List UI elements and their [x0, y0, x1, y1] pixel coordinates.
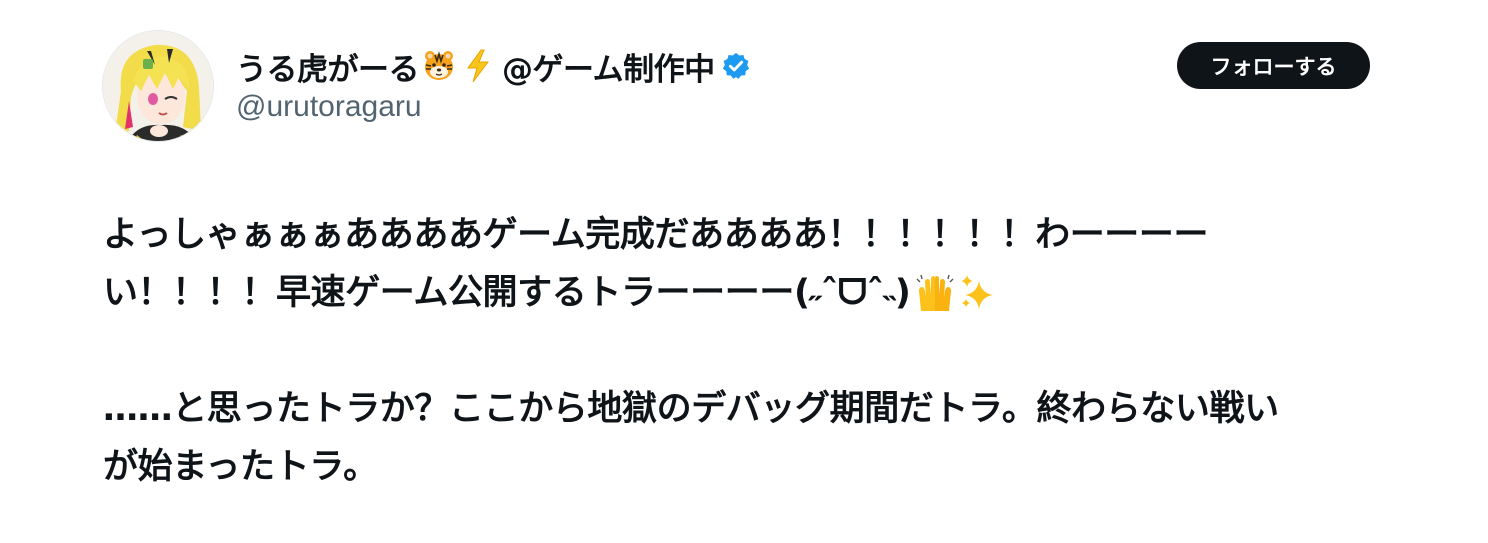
tweet-text-blank-line — [103, 322, 1383, 380]
tweet-text-line-2: い！！！！早速ゲーム公開するトラーーーー(˶ˆᗜˆ˵) — [103, 273, 911, 313]
tweet-card: うる虎がーる @ゲーム制作中 @urutoragaru フォローする よっしゃぁ… — [0, 0, 1488, 543]
author-name-row[interactable]: うる虎がーる @ゲーム制作中 — [236, 44, 751, 88]
display-name[interactable]: うる虎がーる — [236, 44, 420, 89]
tweet-text-line-1: よっしゃぁぁぁああああゲーム完成だああああ！！！！！！わーーーー — [103, 215, 1209, 255]
avatar-image — [103, 31, 213, 141]
raising-hands-icon — [915, 273, 955, 313]
tweet-text-line: が始まったトラ。 — [103, 438, 1383, 496]
tweet-text-line: よっしゃぁぁぁああああゲーム完成だああああ！！！！！！わーーーー — [103, 206, 1383, 264]
author-handle[interactable]: @urutoragaru — [236, 90, 422, 124]
tiger-face-icon — [422, 49, 456, 83]
tweet-text-line-3: ……と思ったトラか？ここから地獄のデバッグ期間だトラ。終わらない戦い — [103, 389, 1279, 429]
follow-button[interactable]: フォローする — [1177, 42, 1370, 89]
lightning-icon — [464, 49, 492, 83]
verified-badge-icon — [721, 51, 751, 81]
tweet-text: よっしゃぁぁぁああああゲーム完成だああああ！！！！！！わーーーー い！！！！早速… — [103, 206, 1383, 496]
tweet-text-line: ……と思ったトラか？ここから地獄のデバッグ期間だトラ。終わらない戦い — [103, 380, 1383, 438]
display-name-suffix[interactable]: @ゲーム制作中 — [502, 44, 715, 89]
avatar[interactable] — [102, 30, 214, 142]
tweet-text-line-4: が始まったトラ。 — [103, 447, 378, 487]
tweet-text-line: い！！！！早速ゲーム公開するトラーーーー(˶ˆᗜˆ˵) — [103, 264, 1383, 322]
sparkles-icon — [959, 273, 995, 313]
